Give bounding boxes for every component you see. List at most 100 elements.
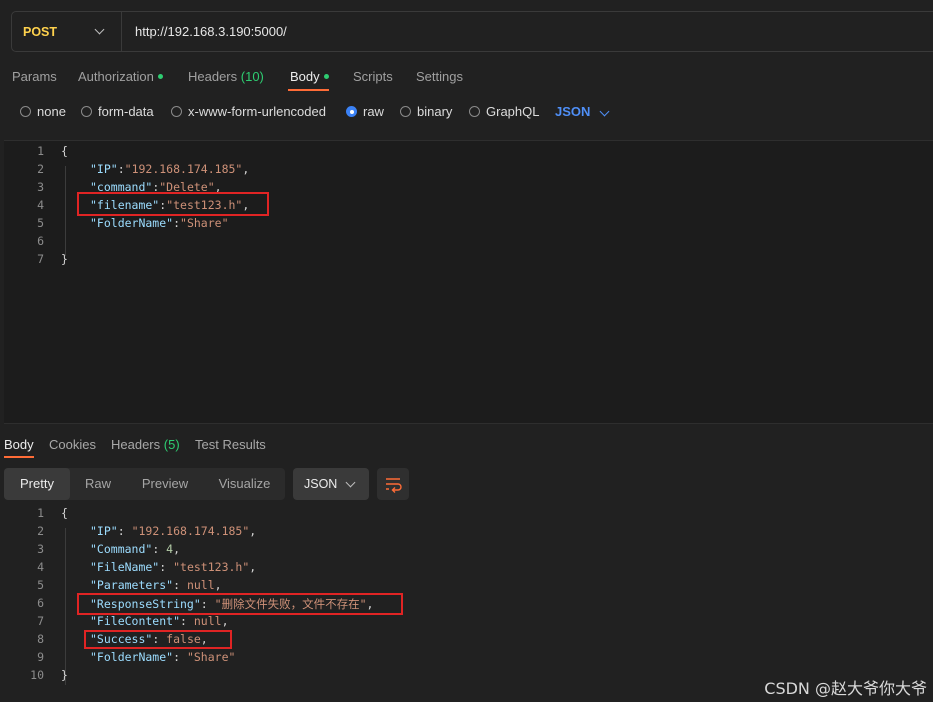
tab-headers[interactable]: Headers (10) [188,69,264,84]
json-punct: , [249,560,257,574]
chevron-down-icon [94,24,105,35]
active-tab-indicator [4,456,34,458]
tab-body[interactable]: Body [290,69,329,84]
resp-tab-body[interactable]: Body [4,437,34,452]
line-number: 6 [37,234,44,248]
tab-params[interactable]: Params [12,69,57,84]
tab-label: Body [290,69,320,84]
json-value: null [186,578,215,592]
code-line: "IP": "192.168.174.185", [90,524,257,538]
radio-binary[interactable] [400,106,411,117]
resp-tab-cookies[interactable]: Cookies [49,437,96,452]
json-punct: , [214,578,222,592]
watermark: CSDN @赵大爷你大爷 [764,679,927,698]
json-punct: , [249,524,257,538]
url-input[interactable]: http://192.168.3.190:5000/ [135,24,287,39]
view-mode-switcher: Pretty Raw Preview Visualize [4,468,285,500]
active-tab-indicator [288,89,329,91]
code-line: "FileName": "test123.h", [90,560,257,574]
radio-raw[interactable] [346,106,357,117]
tab-scripts[interactable]: Scripts [353,69,393,84]
line-number: 3 [37,180,44,194]
resp-tab-headers[interactable]: Headers (5) [111,437,180,452]
line-number: 10 [30,668,44,682]
line-number: 2 [37,524,44,538]
radio-label-none: none [37,104,66,119]
request-body-editor[interactable]: 1 { 2 "IP":"192.168.174.185", 3 "command… [4,140,933,424]
code-line: "FileContent": null, [90,614,229,628]
json-key: "Command" [90,542,153,556]
tab-label: Headers [188,69,238,84]
tab-label: Settings [416,69,463,84]
line-number: 1 [37,144,44,158]
response-format-select[interactable]: JSON [293,468,369,500]
code-line: "IP":"192.168.174.185", [90,162,250,176]
json-key: "FolderName" [90,650,174,664]
line-number: 1 [37,506,44,520]
line-number: 5 [37,578,44,592]
radio-label-graphql: GraphQL [486,104,540,119]
wrap-lines-button[interactable] [377,468,409,500]
json-key: "FolderName" [90,216,174,230]
radio-form-data[interactable] [81,106,92,117]
line-number: 4 [37,560,44,574]
line-number: 6 [37,596,44,610]
json-value: "test123.h" [173,560,250,574]
json-key: "FileContent" [90,614,181,628]
radio-label-urlencoded: x-www-form-urlencoded [188,104,326,119]
code-line: "Parameters": null, [90,578,222,592]
indent-guide [65,528,66,685]
highlight-box [77,593,403,615]
radio-none[interactable] [20,106,31,117]
method-select[interactable]: POST [12,12,122,51]
view-pretty-button[interactable]: Pretty [4,468,70,500]
code-line: } [61,252,68,266]
code-line: { [61,144,68,158]
view-visualize-button[interactable]: Visualize [204,468,285,500]
tab-label: Authorization [78,69,154,84]
request-url-bar: POST http://192.168.3.190:5000/ [11,11,933,52]
json-value: "Share" [186,650,236,664]
tab-settings[interactable]: Settings [416,69,463,84]
code-line: "FolderName": "Share" [90,650,236,664]
code-line: "FolderName":"Share" [90,216,229,230]
line-number: 9 [37,650,44,664]
line-number: 7 [37,252,44,266]
tab-label: Scripts [353,69,393,84]
method-label: POST [23,25,58,39]
status-dot-icon [323,74,329,79]
line-number: 5 [37,216,44,230]
code-line: } [61,668,68,682]
json-value: "192.168.174.185" [131,524,250,538]
json-key: "FileName" [90,560,160,574]
code-line: "Command": 4, [90,542,181,556]
body-format-select[interactable]: JSON [555,104,590,119]
radio-urlencoded[interactable] [171,106,182,117]
view-preview-button[interactable]: Preview [126,468,204,500]
line-number: 3 [37,542,44,556]
json-value: null [193,614,222,628]
radio-label-binary: binary [417,104,453,119]
wrap-lines-icon [386,478,402,493]
resp-tab-test-results[interactable]: Test Results [195,437,266,452]
highlight-box [84,630,232,649]
response-format-label: JSON [304,477,338,491]
tab-authorization[interactable]: Authorization [78,69,163,84]
tab-count: (5) [163,437,180,452]
radio-graphql[interactable] [469,106,480,117]
json-punct: , [221,614,229,628]
code-line: { [61,506,68,520]
view-raw-button[interactable]: Raw [70,468,126,500]
json-punct: , [173,542,181,556]
tab-count: (10) [240,69,264,84]
status-dot-icon [157,74,163,79]
line-number: 8 [37,632,44,646]
radio-label-raw: raw [363,104,384,119]
line-number: 7 [37,614,44,628]
chevron-down-icon [599,106,610,117]
json-key: "Parameters" [90,578,174,592]
indent-guide [65,166,66,256]
line-number: 2 [37,162,44,176]
response-body-viewer[interactable]: 1 { 2 "IP": "192.168.174.185", 3 "Comman… [4,506,933,696]
json-punct: , [242,162,250,176]
